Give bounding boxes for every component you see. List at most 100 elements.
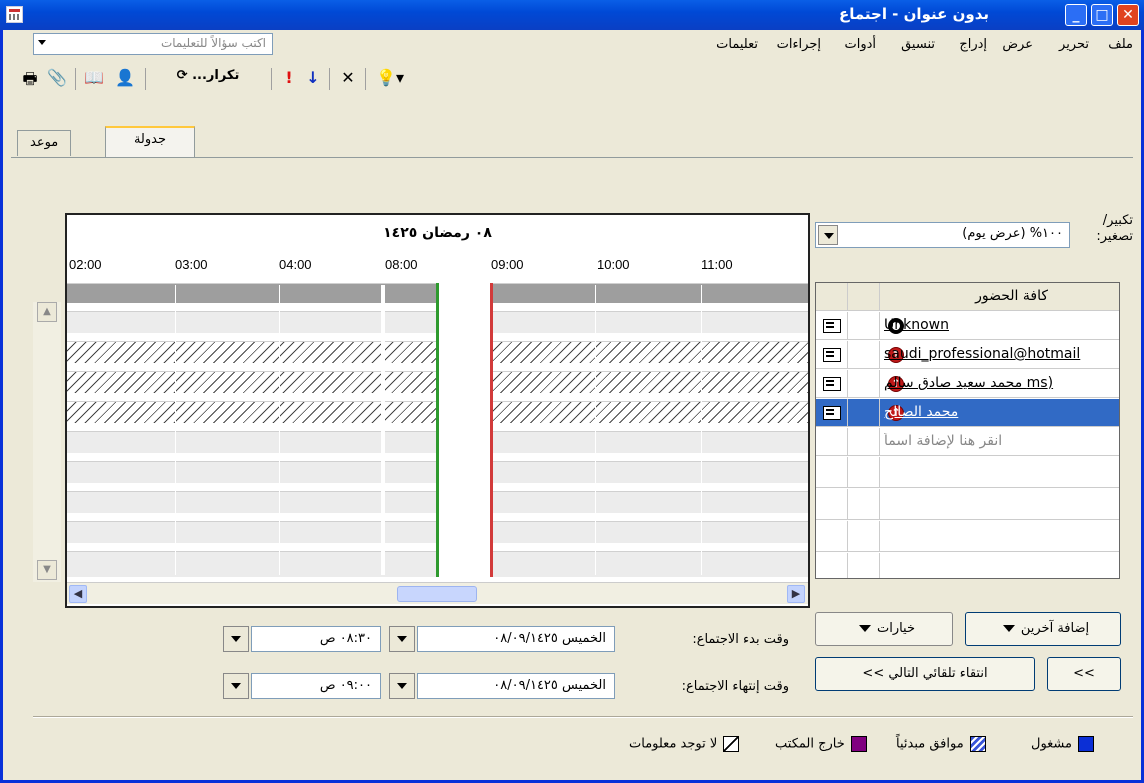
menu-file[interactable]: ملف [1108, 37, 1133, 52]
attendee-row[interactable]: ↑ saudi_professional@hotmail [816, 341, 1119, 369]
attendee-row-selected[interactable]: ↑ محمد الصالح [816, 399, 1119, 427]
toolbar-separator [365, 68, 366, 90]
tab-scheduling[interactable]: جدولة [105, 126, 195, 158]
end-date-field[interactable]: الخميس ٠٨/٠٩/١٤٢٥ [417, 673, 615, 699]
envelope-icon[interactable] [823, 377, 841, 391]
column-cell [816, 489, 848, 520]
end-time-field[interactable]: ٠٩:٠٠ ص [251, 673, 381, 699]
options-button[interactable]: خيارات [815, 612, 953, 646]
hour-label: 10:00 [597, 257, 630, 272]
menu-view[interactable]: عرض [1002, 37, 1033, 52]
menu-format[interactable]: تنسيق [901, 37, 935, 52]
column-cell [816, 341, 848, 369]
menu-actions[interactable]: إجراءات [777, 37, 821, 52]
zoom-select[interactable]: ١٠٠% (عرض يوم) [815, 222, 1070, 248]
toolbar: 🖶 📎 📖 👤 تكرار... ⟳ ! ↓ ✕ 💡▾ [3, 60, 1141, 94]
autopick-previous-button[interactable]: << [1047, 657, 1121, 691]
zoom-value: ١٠٠% (عرض يوم) [962, 226, 1063, 241]
help-search-box[interactable]: اكتب سؤالاً للتعليمات [33, 33, 273, 55]
grid-divider [381, 285, 385, 575]
attendee-name[interactable]: Unknown [884, 317, 1116, 333]
divider [33, 716, 1133, 718]
add-others-button[interactable]: إضافة آخرين [965, 612, 1121, 646]
tentative-swatch [969, 736, 986, 752]
check-names-icon[interactable]: 👤 [113, 68, 137, 88]
attendee-name[interactable]: محمد الصالح [884, 404, 1116, 420]
add-others-label: إضافة آخرين [1020, 621, 1090, 636]
start-date-dropdown[interactable] [389, 626, 415, 652]
meeting-end-marker[interactable] [490, 283, 493, 577]
end-date-dropdown[interactable] [389, 673, 415, 699]
end-time-dropdown[interactable] [223, 673, 249, 699]
delete-icon[interactable]: ✕ [339, 68, 357, 88]
scroll-right-button[interactable]: ▶ [787, 585, 805, 603]
chevron-down-icon [1002, 625, 1015, 632]
office-assistant-icon[interactable]: 💡▾ [373, 68, 407, 88]
meeting-start-marker[interactable] [436, 283, 439, 577]
attendee-header-row: كافة الحضور [816, 283, 1119, 311]
column-cell [816, 553, 848, 578]
hour-label: 09:00 [491, 257, 524, 272]
free-busy-grid[interactable]: ٠٨ رمضان ١٤٢٥ 02:00 03:00 04:00 08:00 09… [65, 213, 810, 608]
legend-tentative-label: موافق مبدئياً [896, 736, 964, 752]
grid-divider [595, 285, 596, 575]
title-bar: بدون عنوان - اجتماع ✕ □ _ [0, 0, 1144, 30]
scroll-thumb[interactable] [397, 586, 477, 602]
list-item [816, 553, 1119, 578]
start-time-field[interactable]: ٠٨:٣٠ ص [251, 626, 381, 652]
column-cell [848, 428, 880, 456]
legend-out-of-office-label: خارج المكتب [775, 736, 845, 752]
start-time-dropdown[interactable] [223, 626, 249, 652]
column-cell: ↑ [848, 370, 904, 398]
attendee-row[interactable]: ↑ (ms محمد سعيد صادق سالم [816, 370, 1119, 398]
add-attendee-prompt[interactable]: انقر هنا لإضافة اسماً [884, 433, 1116, 449]
grid-divider [175, 285, 176, 575]
recurrence-button[interactable]: تكرار... ⟳ [153, 68, 263, 88]
menu-edit[interactable]: تحرير [1059, 37, 1089, 52]
low-importance-icon[interactable]: ↓ [305, 68, 321, 88]
scroll-down-button[interactable]: ▼ [37, 560, 57, 580]
column-cell [848, 457, 880, 488]
all-attendees-label: كافة الحضور [975, 288, 1048, 304]
address-book-icon[interactable]: 📖 [83, 68, 105, 88]
chevron-down-icon [858, 625, 871, 632]
print-icon[interactable]: 🖶 [19, 68, 41, 88]
recurrence-label: تكرار... [192, 68, 240, 83]
chevron-down-icon[interactable] [818, 225, 838, 245]
attach-icon[interactable]: 📎 [47, 68, 67, 88]
menu-insert[interactable]: إدراج [959, 37, 987, 52]
legend-out-of-office: خارج المكتب [775, 736, 867, 752]
toolbar-separator [329, 68, 330, 90]
close-button[interactable]: ✕ [1117, 4, 1139, 26]
hour-label: 11:00 [701, 257, 733, 272]
legend-no-info: لا توجد معلومات [629, 736, 740, 752]
high-importance-icon[interactable]: ! [281, 68, 297, 88]
tab-appointment[interactable]: موعد [17, 130, 72, 156]
menu-tools[interactable]: أدوات [844, 37, 876, 52]
help-placeholder: اكتب سؤالاً للتعليمات [160, 36, 266, 50]
out-of-office-swatch [850, 736, 867, 752]
calendar-icon[interactable] [6, 6, 23, 23]
meeting-time-band[interactable] [437, 283, 491, 577]
vertical-scrollbar[interactable]: ▲ ▼ [33, 302, 61, 582]
menu-help[interactable]: تعليمات [716, 37, 758, 52]
envelope-icon[interactable] [823, 319, 841, 333]
meeting-window: بدون عنوان - اجتماع ✕ □ _ ملف تحرير عرض … [0, 0, 1144, 783]
autopick-next-button[interactable]: انتقاء تلقائي التالي >> [815, 657, 1035, 691]
column-cell [848, 489, 880, 520]
column-cell [816, 521, 848, 552]
start-date-field[interactable]: الخميس ٠٨/٠٩/١٤٢٥ [417, 626, 615, 652]
scroll-up-button[interactable]: ▲ [37, 302, 57, 322]
attendee-name[interactable]: saudi_professional@hotmail [884, 346, 1116, 362]
no-info-swatch [723, 736, 740, 752]
legend-tentative: موافق مبدئياً [896, 736, 986, 752]
maximize-button[interactable]: □ [1091, 4, 1113, 26]
envelope-icon[interactable] [823, 348, 841, 362]
attendee-row[interactable]: Unknown [816, 312, 1119, 340]
minimize-button[interactable]: _ [1065, 4, 1087, 26]
scroll-left-button[interactable]: ◀ [69, 585, 87, 603]
envelope-icon[interactable] [823, 406, 841, 420]
add-attendee-row[interactable]: انقر هنا لإضافة اسماً [816, 428, 1119, 456]
horizontal-scrollbar[interactable]: ◀ ▶ [67, 582, 808, 604]
attendee-name[interactable]: (ms محمد سعيد صادق سالم [884, 375, 1116, 391]
